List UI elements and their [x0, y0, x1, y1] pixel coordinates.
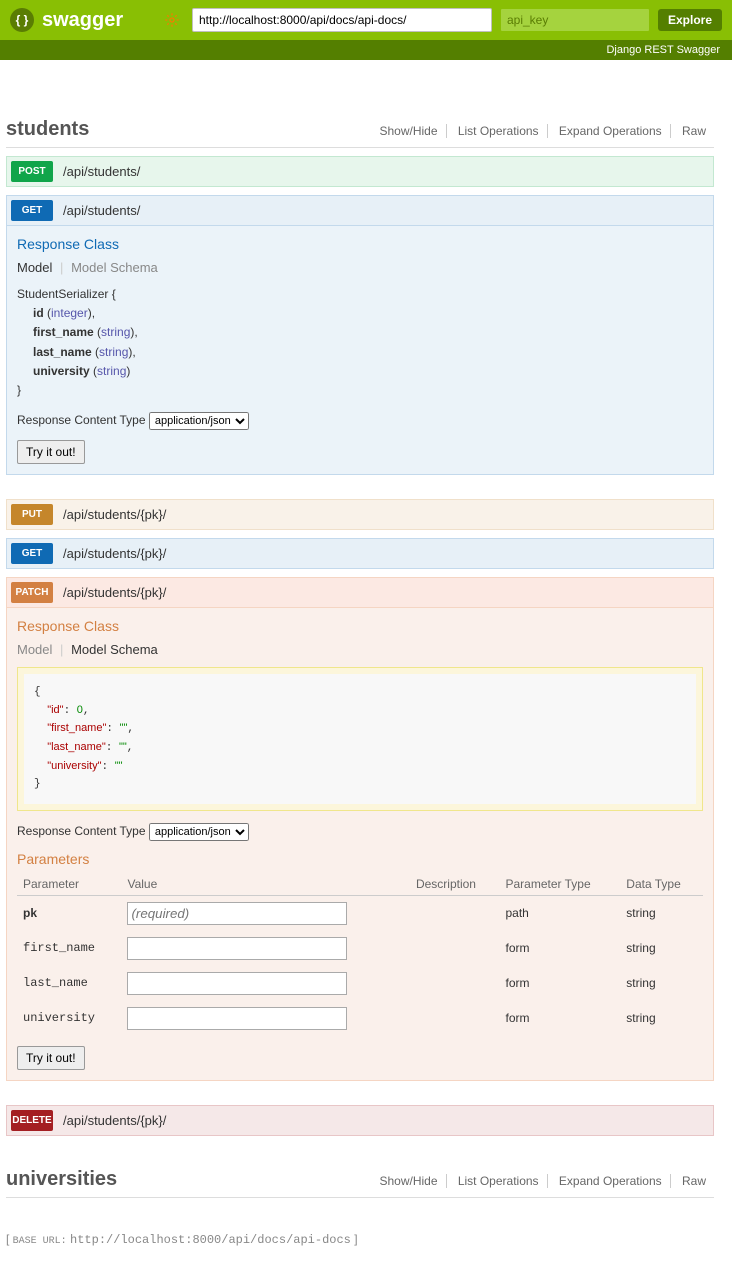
param-input-first_name[interactable]	[127, 937, 347, 960]
resource-title[interactable]: students	[6, 118, 89, 141]
param-input-pk[interactable]	[127, 902, 347, 925]
parameters-title: Parameters	[17, 851, 703, 867]
app-name: swagger	[42, 9, 123, 32]
schema-tabs: Model | Model Schema	[17, 260, 703, 275]
response-class-title: Response Class	[17, 618, 703, 634]
swagger-logo-icon: { }	[10, 8, 34, 32]
tab-model-schema[interactable]: Model Schema	[71, 260, 158, 275]
method-badge: GET	[11, 543, 53, 564]
op-bar[interactable]: PATCH /api/students/{pk}/	[6, 577, 714, 608]
method-badge: POST	[11, 161, 53, 182]
op-bar[interactable]: GET /api/students/	[6, 195, 714, 226]
header-bar: { } swagger Explore	[0, 0, 732, 40]
method-badge: PUT	[11, 504, 53, 525]
api-key-input[interactable]	[500, 8, 650, 32]
op-body: Response Class Model | Model Schema { "i…	[6, 608, 714, 1081]
try-button[interactable]: Try it out!	[17, 1046, 85, 1070]
raw-link[interactable]: Raw	[674, 1174, 714, 1188]
op-put: PUT /api/students/{pk}/	[6, 499, 714, 530]
footer: [ BASE URL: http://localhost:8000/api/do…	[6, 1222, 714, 1257]
table-row: last_nameformstring	[17, 966, 703, 1001]
op-delete: DELETE /api/students/{pk}/	[6, 1105, 714, 1136]
content-type-select[interactable]: application/json	[149, 412, 249, 430]
resource-universities: universities Show/Hide List Operations E…	[6, 1156, 714, 1198]
content-type-row: Response Content Type application/json	[17, 823, 703, 841]
method-badge: GET	[11, 200, 53, 221]
try-button[interactable]: Try it out!	[17, 440, 85, 464]
param-input-last_name[interactable]	[127, 972, 347, 995]
op-body: Response Class Model | Model Schema Stud…	[6, 226, 714, 475]
showhide-link[interactable]: Show/Hide	[371, 1174, 446, 1188]
op-get: GET /api/students/ Response Class Model …	[6, 195, 714, 475]
gear-icon	[164, 12, 180, 28]
response-class-title: Response Class	[17, 236, 703, 252]
resource-students: students Show/Hide List Operations Expan…	[6, 106, 714, 148]
subheader-label: Django REST Swagger	[0, 40, 732, 60]
method-badge: PATCH	[11, 582, 53, 603]
param-input-university[interactable]	[127, 1007, 347, 1030]
list-ops-link[interactable]: List Operations	[450, 124, 548, 138]
explore-button[interactable]: Explore	[658, 9, 722, 31]
op-path: /api/students/{pk}/	[63, 1113, 166, 1128]
tab-model[interactable]: Model	[17, 260, 52, 275]
op-bar[interactable]: PUT /api/students/{pk}/	[6, 499, 714, 530]
schema-json-box: { "id": 0, "first_name": "", "last_name"…	[17, 667, 703, 811]
api-url-input[interactable]	[192, 8, 492, 32]
op-path: /api/students/{pk}/	[63, 585, 166, 600]
expand-ops-link[interactable]: Expand Operations	[551, 124, 671, 138]
content-type-row: Response Content Type application/json	[17, 412, 703, 430]
op-get-pk: GET /api/students/{pk}/	[6, 538, 714, 569]
tab-model-schema[interactable]: Model Schema	[71, 642, 158, 657]
content-type-select[interactable]: application/json	[149, 823, 249, 841]
parameters-table: Parameter Value Description Parameter Ty…	[17, 873, 703, 1036]
raw-link[interactable]: Raw	[674, 124, 714, 138]
resource-title[interactable]: universities	[6, 1168, 117, 1191]
resource-ops: Show/Hide List Operations Expand Operati…	[371, 1174, 714, 1188]
expand-ops-link[interactable]: Expand Operations	[551, 1174, 671, 1188]
resource-ops: Show/Hide List Operations Expand Operati…	[371, 124, 714, 138]
op-path: /api/students/	[63, 164, 140, 179]
op-bar[interactable]: DELETE /api/students/{pk}/	[6, 1105, 714, 1136]
tab-model[interactable]: Model	[17, 642, 52, 657]
schema-json-pre: { "id": 0, "first_name": "", "last_name"…	[24, 674, 696, 804]
table-row: universityformstring	[17, 1001, 703, 1036]
op-patch: PATCH /api/students/{pk}/ Response Class…	[6, 577, 714, 1081]
op-path: /api/students/	[63, 203, 140, 218]
method-badge: DELETE	[11, 1110, 53, 1131]
list-ops-link[interactable]: List Operations	[450, 1174, 548, 1188]
op-path: /api/students/{pk}/	[63, 546, 166, 561]
model-view: StudentSerializer { id (integer),first_n…	[17, 285, 703, 400]
showhide-link[interactable]: Show/Hide	[371, 124, 446, 138]
table-row: pkpathstring	[17, 895, 703, 931]
op-path: /api/students/{pk}/	[63, 507, 166, 522]
op-bar[interactable]: GET /api/students/{pk}/	[6, 538, 714, 569]
op-bar[interactable]: POST /api/students/	[6, 156, 714, 187]
schema-tabs: Model | Model Schema	[17, 642, 703, 657]
op-post: POST /api/students/	[6, 156, 714, 187]
table-row: first_nameformstring	[17, 931, 703, 966]
